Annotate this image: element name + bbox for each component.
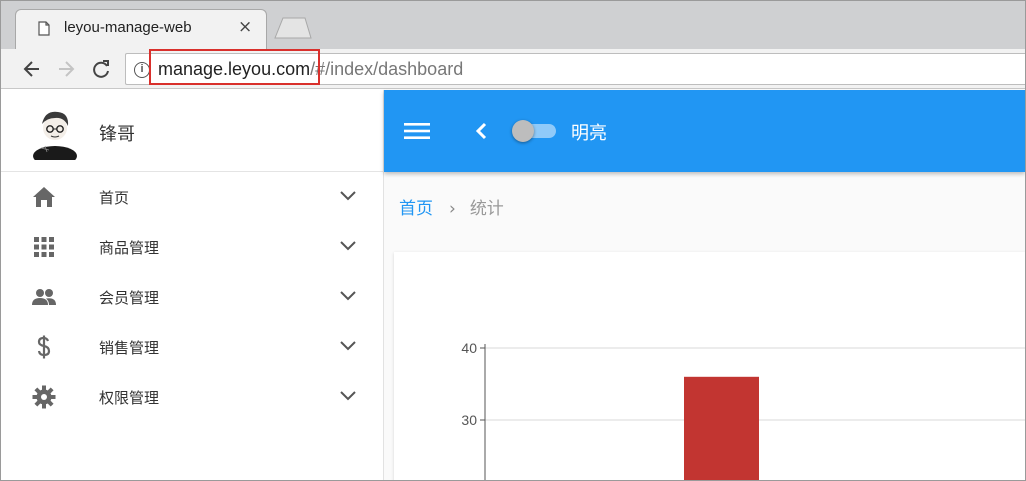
url-highlight-box	[149, 49, 320, 85]
toggle-label: 明亮	[571, 123, 607, 144]
tab-strip: leyou-manage-web ×	[1, 1, 1025, 49]
chevron-down-icon[interactable]	[339, 289, 357, 303]
chevron-down-icon[interactable]	[339, 389, 357, 403]
app-container: 锋哥 首页 商品管理 会员管理 销售管理 权限管理 明亮 首页 › 统计 40 …	[1, 90, 1025, 480]
sidebar-item-products[interactable]: 商品管理	[1, 222, 383, 272]
main-content: 明亮 首页 › 统计 40 30	[384, 90, 1025, 480]
chevron-down-icon[interactable]	[339, 339, 357, 353]
sidebar-item-label: 商品管理	[99, 239, 160, 257]
y-tick-label: 40	[461, 340, 477, 356]
people-icon	[32, 289, 56, 305]
breadcrumb-separator: ›	[449, 199, 456, 219]
user-profile[interactable]: 锋哥	[1, 90, 383, 172]
username: 锋哥	[99, 124, 135, 145]
new-tab-button[interactable]	[273, 17, 313, 39]
app-toolbar: 明亮	[384, 90, 1025, 172]
sidebar-item-label: 销售管理	[99, 339, 160, 357]
menu-icon[interactable]	[404, 121, 430, 141]
chevron-left-icon[interactable]	[474, 121, 488, 141]
avatar	[33, 111, 77, 160]
chevron-down-icon[interactable]	[339, 239, 357, 253]
chevron-down-icon[interactable]	[339, 189, 357, 203]
gear-icon	[32, 385, 56, 409]
home-icon	[33, 187, 55, 207]
browser-window: leyou-manage-web × i manage.leyou.com/#/…	[0, 0, 1026, 481]
sidebar-item-home[interactable]: 首页	[1, 172, 383, 222]
sidebar-item-label: 会员管理	[99, 289, 160, 307]
y-tick-label: 30	[461, 412, 477, 428]
chart-card: 40 30	[394, 252, 1025, 480]
apps-grid-icon	[34, 237, 54, 257]
sidebar-item-label: 权限管理	[99, 389, 160, 407]
breadcrumb: 首页 › 统计	[399, 194, 504, 219]
forward-arrow-icon[interactable]	[55, 58, 77, 80]
theme-toggle[interactable]	[512, 118, 558, 144]
sidebar-item-members[interactable]: 会员管理	[1, 272, 383, 322]
sidebar-item-sales[interactable]: 销售管理	[1, 322, 383, 372]
browser-tab[interactable]: leyou-manage-web ×	[15, 9, 267, 49]
dollar-icon	[37, 335, 51, 359]
sidebar-item-permissions[interactable]: 权限管理	[1, 372, 383, 422]
sidebar: 锋哥 首页 商品管理 会员管理 销售管理 权限管理	[1, 90, 384, 480]
breadcrumb-home-link[interactable]: 首页	[399, 199, 433, 219]
breadcrumb-current: 统计	[469, 199, 504, 219]
reload-icon[interactable]	[90, 58, 112, 80]
page-icon	[38, 21, 50, 36]
toggle-thumb	[512, 120, 534, 142]
sidebar-item-label: 首页	[99, 189, 130, 207]
close-tab-icon[interactable]: ×	[238, 17, 252, 37]
info-icon[interactable]: i	[134, 62, 150, 78]
tab-title: leyou-manage-web	[64, 19, 192, 36]
bar	[684, 376, 759, 480]
back-arrow-icon[interactable]	[21, 58, 43, 80]
url-path: /#/index/dashboard	[310, 59, 464, 79]
bar-chart: 40 30	[461, 340, 1025, 480]
